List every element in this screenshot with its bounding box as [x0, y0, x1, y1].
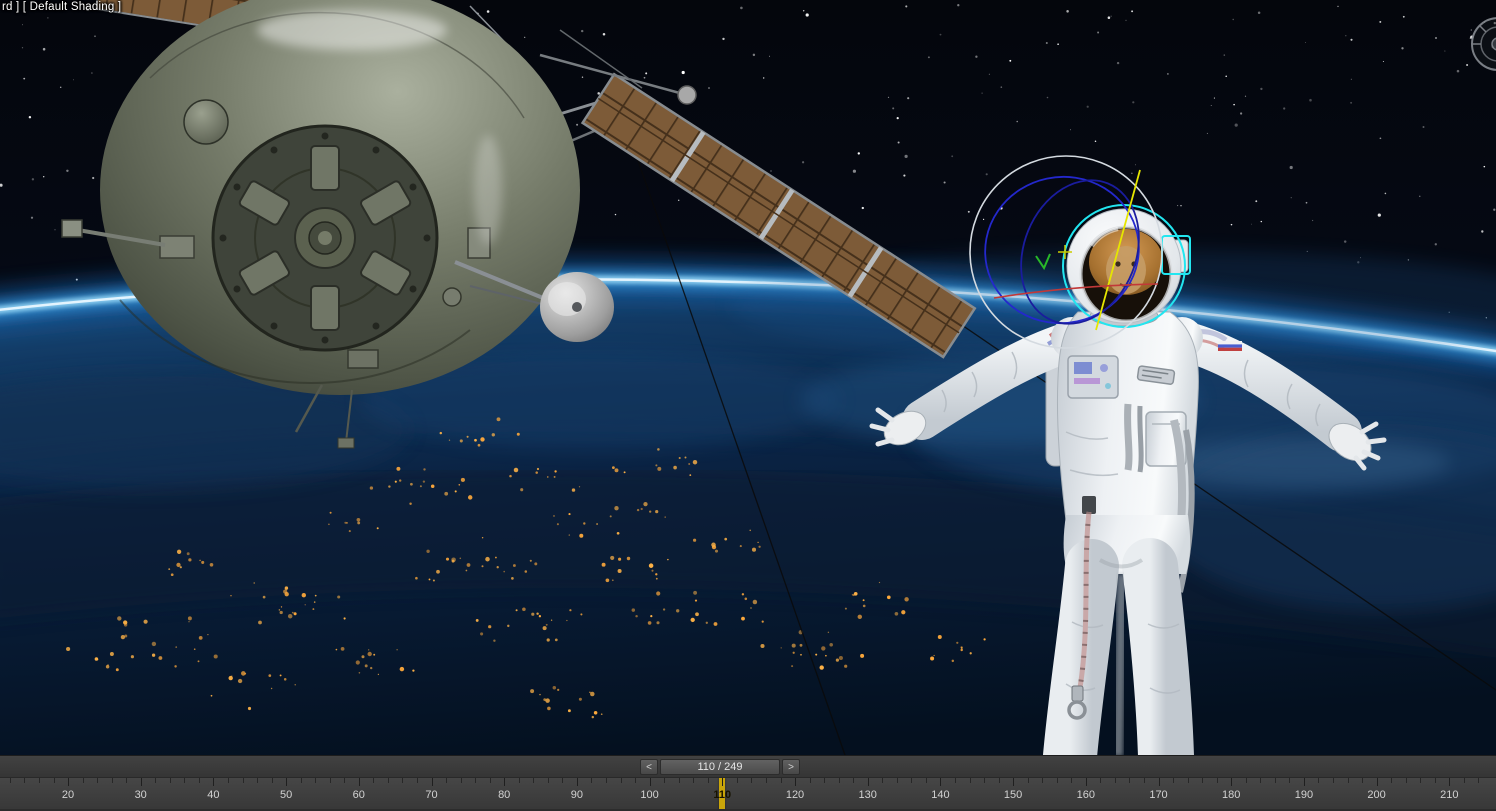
viewport-3d[interactable]: rd ] [ Default Shading ] — [0, 0, 1496, 755]
ruler-tick — [940, 778, 942, 786]
ruler-frame-label: 160 — [1076, 789, 1095, 801]
ruler-frame-label: 130 — [858, 789, 877, 801]
ruler-tick — [1376, 778, 1378, 786]
ruler-frame-label: 110 — [713, 789, 732, 801]
ruler-frame-label: 80 — [498, 789, 511, 801]
time-slider-track[interactable]: < 110 / 249 > — [0, 755, 1496, 778]
max-application-window: rd ] [ Default Shading ] < 110 / 249 > 2… — [0, 0, 1496, 811]
time-slider[interactable]: < 110 / 249 > — [640, 758, 800, 776]
viewport-shading-label[interactable]: rd ] [ Default Shading ] — [2, 1, 121, 13]
ruler-tick — [68, 778, 69, 786]
ruler-frame-label: 100 — [640, 789, 659, 801]
ruler-frame-label: 70 — [425, 789, 438, 801]
ruler-tick — [722, 778, 724, 786]
ruler-frame-label: 200 — [1367, 789, 1386, 801]
ruler-frame-label: 60 — [352, 789, 365, 801]
ruler-tick — [504, 778, 506, 786]
chest-control-panel — [1067, 355, 1119, 399]
ruler-frame-label: 20 — [61, 789, 75, 801]
ruler-tick — [867, 778, 869, 786]
spacecraft-engine-assembly — [211, 124, 439, 352]
next-frame-button[interactable]: > — [782, 759, 800, 775]
ruler-tick — [1303, 778, 1305, 786]
flag-patch — [1218, 341, 1242, 351]
astronaut-right-leg[interactable] — [1122, 538, 1194, 755]
ruler-frame-label: 150 — [1003, 789, 1023, 801]
ruler-frame-label: 40 — [207, 789, 220, 801]
prev-frame-button[interactable]: < — [640, 759, 658, 775]
ruler-tick — [1013, 778, 1015, 786]
ruler-frame-label: 120 — [785, 789, 805, 801]
frame-display[interactable]: 110 / 249 — [660, 759, 780, 775]
ruler-frame-label: 190 — [1294, 789, 1314, 801]
ruler-tick — [795, 778, 796, 786]
ruler-tick — [1085, 778, 1087, 786]
ruler-tick — [1449, 778, 1451, 786]
ruler-frame-label: 140 — [931, 789, 950, 801]
scene-render — [0, 0, 1496, 755]
view-navigation-gizmo-icon[interactable] — [1468, 14, 1496, 74]
ruler-frame-label: 180 — [1222, 789, 1241, 801]
ruler-frame-label: 90 — [570, 789, 584, 801]
ruler-tick — [140, 778, 142, 786]
ruler-tick — [431, 778, 433, 786]
ruler-tick — [358, 778, 360, 786]
timeline-ruler[interactable]: 20 30 40 50 60 70 80 90 100 110 120 130 140 150 160 170… — [0, 778, 1496, 811]
ruler-frame-label: 50 — [279, 789, 293, 801]
ruler-tick — [213, 778, 215, 786]
ruler-frame-label: 170 — [1149, 789, 1168, 801]
ruler-tick — [1231, 778, 1233, 786]
ruler-tick — [1158, 778, 1160, 786]
ruler-frame-label: 210 — [1440, 789, 1459, 801]
ruler-tick — [576, 778, 578, 786]
ruler-tick — [286, 778, 288, 786]
ruler-tick — [649, 778, 651, 786]
ruler-frame-label: 30 — [134, 789, 147, 801]
timeline: < 110 / 249 > 20 30 40 50 60 70 80 90 100 110 120 1… — [0, 755, 1496, 811]
